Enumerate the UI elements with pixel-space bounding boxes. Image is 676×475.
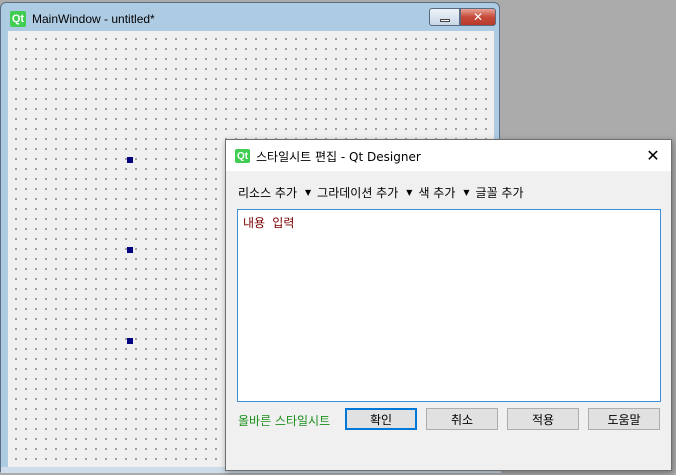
ok-button[interactable]: 확인 xyxy=(345,408,417,430)
stylesheet-valid-status: 올바른 스타일시트 xyxy=(238,414,331,428)
editor-content: 내용 입력 xyxy=(243,216,295,230)
stylesheet-toolbar: 리소스 추가 ▼ 그라데이션 추가 ▼ 색 추가 ▼ 글꼴 추가 xyxy=(238,182,530,202)
cancel-button[interactable]: 취소 xyxy=(426,408,498,430)
main-close-button[interactable]: ✕ xyxy=(460,8,496,26)
close-icon: ✕ xyxy=(646,145,660,165)
main-window-title: MainWindow - untitled* xyxy=(32,12,155,26)
add-font-label: 글꼴 추가 xyxy=(475,185,524,200)
apply-button[interactable]: 적용 xyxy=(507,408,579,430)
qt-logo-icon: Qt xyxy=(10,11,26,27)
add-color-label: 색 추가 xyxy=(418,185,456,200)
dialog-title: 스타일시트 편집 - Qt Designer xyxy=(256,150,421,164)
add-resource-label: 리소스 추가 xyxy=(238,185,298,200)
dropdown-arrow-icon[interactable]: ▼ xyxy=(463,188,469,197)
help-button[interactable]: 도움말 xyxy=(588,408,660,430)
qt-logo-icon: Qt xyxy=(235,149,250,163)
selection-handle[interactable] xyxy=(127,247,133,253)
selection-handle[interactable] xyxy=(127,157,133,163)
selection-handle[interactable] xyxy=(127,338,133,344)
add-gradient-button[interactable]: 그라데이션 추가 ▼ xyxy=(317,184,412,201)
add-gradient-label: 그라데이션 추가 xyxy=(317,185,399,200)
stylesheet-dialog: Qt 스타일시트 편집 - Qt Designer ✕ 리소스 추가 ▼ 그라데… xyxy=(225,139,672,471)
add-font-button[interactable]: 글꼴 추가 xyxy=(476,184,524,201)
add-color-button[interactable]: 색 추가 ▼ xyxy=(418,184,469,201)
stylesheet-editor[interactable]: 내용 입력 xyxy=(237,209,661,402)
close-icon: ✕ xyxy=(472,10,484,24)
minimize-button[interactable] xyxy=(429,8,460,26)
main-window-titlebar[interactable]: Qt MainWindow - untitled* ✕ xyxy=(1,3,499,33)
minimize-icon xyxy=(439,18,450,22)
dialog-close-button[interactable]: ✕ xyxy=(639,144,667,166)
dialog-titlebar[interactable]: Qt 스타일시트 편집 - Qt Designer ✕ xyxy=(226,140,671,171)
dropdown-arrow-icon[interactable]: ▼ xyxy=(406,188,412,197)
add-resource-button[interactable]: 리소스 추가 ▼ xyxy=(238,184,311,201)
dropdown-arrow-icon[interactable]: ▼ xyxy=(305,188,311,197)
